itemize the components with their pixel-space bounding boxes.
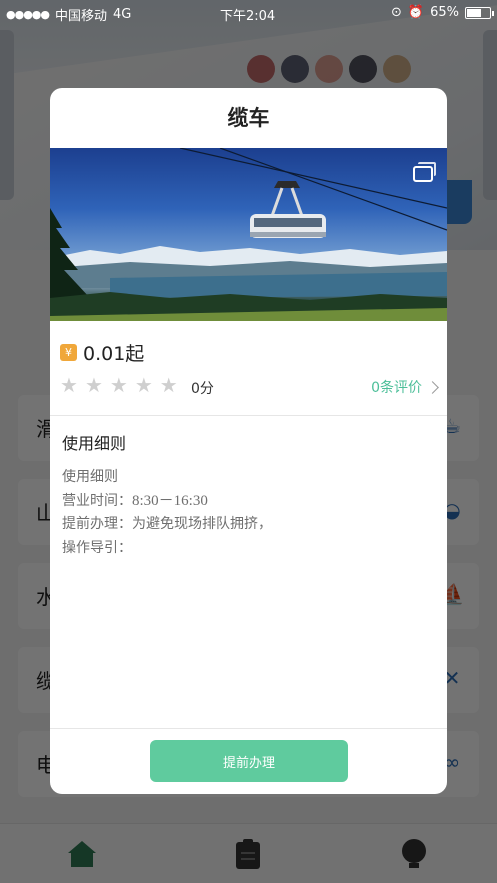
star-icon: ★	[60, 373, 78, 397]
battery-percent: 65%	[430, 5, 459, 20]
price-text: 0.01起	[83, 343, 145, 365]
price-row: ¥ 0.01起	[60, 339, 144, 366]
rules-advance-label: 提前办理：	[62, 516, 132, 532]
modal-title: 缆车	[227, 106, 270, 130]
rating-score: 0分	[191, 381, 214, 397]
signal-icon: ●●●●●	[6, 8, 50, 21]
rules-hours-value: 8:30－16:30	[132, 492, 208, 509]
rules-content: 使用细则 营业时间： 8:30－16:30 提前办理： 为避免现场排队拥挤， 操…	[62, 466, 272, 560]
status-bar: ●●●●● 中国移动 4G 下午2:04 ⊙ ⏰ 65%	[0, 0, 497, 26]
rules-guide-label: 操作导引：	[62, 539, 132, 556]
alarm-icon: ⏰	[407, 5, 425, 20]
rules-guide: 操作导引：	[62, 537, 272, 561]
battery-icon	[465, 6, 494, 19]
status-time: 下午2:04	[220, 9, 276, 24]
rules-hours-label: 营业时间：	[62, 492, 132, 509]
cable-car-photo[interactable]	[50, 148, 447, 321]
reviews-link[interactable]: 0条评价	[371, 377, 439, 397]
star-icon: ★	[134, 373, 153, 397]
apply-in-advance-button[interactable]: 提前办理	[150, 740, 348, 782]
network-type: 4G	[113, 7, 132, 22]
product-detail-modal: 缆车 ¥ 0.01起 ★ ★ ★ ★ ★ 0分 0条评价 使用细则 使用细则 营…	[50, 88, 447, 794]
rules-heading: 使用细则	[62, 434, 127, 453]
rating-row: ★ ★ ★ ★ ★ 0分 0条评价	[60, 375, 439, 397]
star-icon: ★	[109, 373, 128, 397]
rules-advance-value: 为避免现场排队拥挤，	[132, 516, 272, 532]
carrier-name: 中国移动	[55, 9, 108, 24]
star-icon: ★	[84, 373, 103, 397]
divider	[50, 415, 447, 416]
gallery-icon[interactable]	[413, 162, 436, 182]
rules-advance: 提前办理： 为避免现场排队拥挤，	[62, 513, 272, 537]
star-rating: ★ ★ ★ ★ ★	[60, 375, 178, 395]
star-icon: ★	[159, 373, 178, 397]
yen-icon: ¥	[60, 344, 77, 361]
rules-hours: 营业时间： 8:30－16:30	[62, 490, 272, 514]
rotation-lock-icon: ⊙	[391, 5, 402, 20]
rules-subheading: 使用细则	[62, 469, 118, 485]
modal-footer: 提前办理	[50, 728, 447, 794]
chevron-right-icon	[426, 380, 439, 394]
reviews-count: 0条评价	[371, 380, 422, 396]
